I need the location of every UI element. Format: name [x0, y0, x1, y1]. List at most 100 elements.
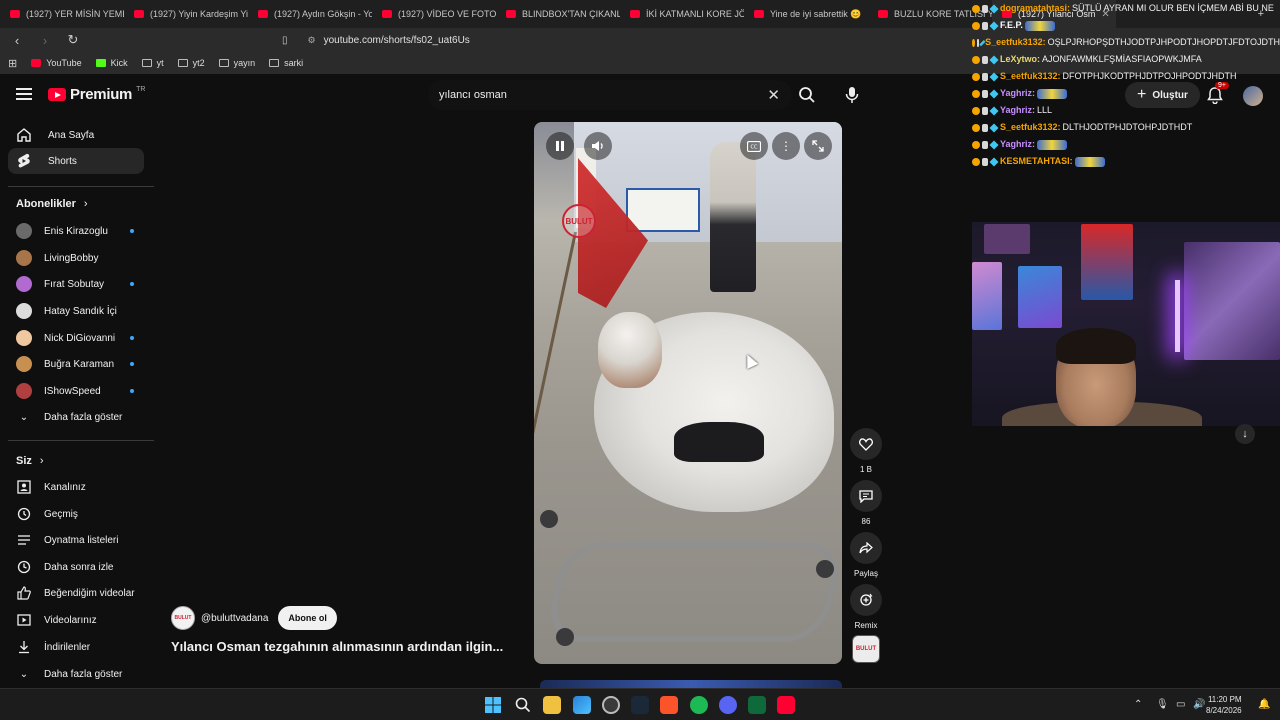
browser-tab[interactable]: BLINDBOX'TAN ÇIKANLA — [496, 0, 620, 28]
captions-button[interactable]: CC — [740, 132, 768, 160]
video-frame-detail — [534, 231, 577, 546]
chat-username[interactable]: Yaghriz: — [1000, 85, 1035, 102]
chat-username[interactable]: dogramatahtasi: — [1000, 0, 1070, 17]
browser-tab[interactable]: (1927) YER MİSİN YEMEZ — [0, 0, 124, 28]
sidebar-item-your-channel[interactable]: Kanalınız — [8, 474, 144, 500]
sidebar-item-home[interactable]: Ana Sayfa — [8, 122, 144, 148]
chat-username[interactable]: S_eetfuk3132: — [1000, 68, 1061, 85]
browser-tab[interactable]: (1927) VİDEO VE FOTOĞ — [372, 0, 496, 28]
chat-username[interactable]: Yaghriz: — [1000, 102, 1035, 119]
short-video-player[interactable]: BULUT CC ⋮ — [534, 122, 842, 664]
windows-start-icon[interactable] — [484, 696, 502, 714]
search-input[interactable]: yılancı osman ✕ — [428, 80, 792, 110]
sidebar-item-subscription[interactable]: Hatay Sandık İçi — [8, 298, 144, 324]
chrome-icon[interactable] — [602, 696, 620, 714]
sidebar-item-subscription[interactable]: Nick DiGiovanni — [8, 325, 144, 351]
sidebar-item-watch-later[interactable]: Daha sonra izle — [8, 554, 144, 580]
bookmark-item[interactable]: yayın — [218, 58, 255, 68]
steam-icon[interactable] — [631, 696, 649, 714]
search-button[interactable] — [792, 80, 822, 110]
bookmark-item[interactable]: sarki — [269, 58, 303, 68]
fullscreen-button[interactable] — [804, 132, 832, 160]
apps-grid-icon[interactable]: ⊞ — [8, 57, 17, 70]
brave-icon[interactable] — [660, 696, 678, 714]
search-icon[interactable] — [514, 696, 532, 714]
remix-action[interactable]: Remix — [850, 584, 882, 630]
bookmark-item[interactable]: yt2 — [177, 58, 205, 68]
share-button[interactable] — [850, 532, 882, 564]
forward-icon[interactable]: › — [36, 33, 54, 48]
remix-button[interactable] — [850, 584, 882, 616]
comments-action[interactable]: 86 — [850, 480, 882, 526]
history-icon — [16, 506, 32, 522]
reload-icon[interactable]: ↻ — [64, 32, 82, 48]
chat-username[interactable]: LeXytwo: — [1000, 51, 1040, 68]
bookmark-item[interactable]: yt — [141, 58, 164, 68]
menu-icon[interactable] — [16, 88, 32, 100]
url-field[interactable]: ▯ ⚙ youtube.com/shorts/fs02_uat6Us — [282, 35, 470, 46]
app-icon[interactable] — [748, 696, 766, 714]
share-action[interactable]: Paylaş — [850, 532, 882, 578]
volume-button[interactable] — [584, 132, 612, 160]
sound-thumbnail[interactable]: BULUT — [852, 635, 880, 663]
sidebar-item-downloads[interactable]: İndirilenler — [8, 634, 144, 660]
voice-search-button[interactable] — [837, 80, 867, 110]
chat-username[interactable]: S_eetfuk3132: — [1000, 119, 1061, 136]
sidebar-item-subscription[interactable]: Buğra Karaman — [8, 351, 144, 377]
avatar — [16, 303, 32, 319]
sidebar-item-subscription[interactable]: Enis Kirazoglu — [8, 218, 144, 244]
channel-avatar[interactable]: BULUT — [171, 606, 195, 630]
notification-center-icon[interactable]: 🔔 — [1258, 699, 1270, 710]
like-action[interactable]: 1 B — [850, 428, 882, 474]
badge-icon — [972, 140, 980, 149]
browser-tab[interactable]: (1927) Yiyin Kardeşim Yiy — [124, 0, 248, 28]
microphone-icon[interactable]: 🎙 — [1156, 699, 1169, 710]
sidebar-show-more-subs[interactable]: ⌄ Daha fazla göster — [8, 404, 144, 430]
chat-username[interactable]: S_eetfuk3132: — [985, 34, 1046, 51]
subscriptions-heading[interactable]: Abonelikler › — [16, 198, 88, 210]
sidebar-item-liked-videos[interactable]: Beğendiğim videolar — [8, 580, 144, 606]
network-icon[interactable]: ▭ — [1176, 699, 1185, 710]
chat-username[interactable]: KESMETAHTASI: — [1000, 153, 1073, 170]
bookmark-item[interactable]: Kick — [95, 58, 128, 68]
subscribe-button[interactable]: Abone ol — [278, 606, 337, 630]
comments-button[interactable] — [850, 480, 882, 512]
divider — [8, 440, 154, 441]
sidebar-item-subscription[interactable]: Fırat Sobutay — [8, 271, 144, 297]
back-icon[interactable]: ‹ — [8, 33, 26, 48]
scroll-down-button[interactable]: ↓ — [1235, 424, 1255, 444]
like-button[interactable] — [850, 428, 882, 460]
more-options-button[interactable]: ⋮ — [772, 132, 800, 160]
sidebar-item-subscription[interactable]: LivingBobby — [8, 245, 144, 271]
youtube-icon[interactable] — [777, 696, 795, 714]
clear-search-icon[interactable]: ✕ — [767, 86, 780, 104]
volume-icon[interactable]: 🔊 — [1193, 699, 1205, 710]
file-explorer-icon[interactable] — [543, 696, 561, 714]
taskbar-clock[interactable]: 11:20 PM 8/24/2026 — [1206, 694, 1242, 716]
browser-tab[interactable]: İKİ KATMANLI KORE JÖLE — [620, 0, 744, 28]
you-heading[interactable]: Siz › — [16, 455, 44, 467]
photos-icon[interactable] — [573, 696, 591, 714]
sidebar-item-history[interactable]: Geçmiş — [8, 501, 144, 527]
channel-handle[interactable]: @buluttvadana — [201, 613, 268, 624]
sidebar-item-your-videos[interactable]: Videolarınız — [8, 607, 144, 633]
short-title[interactable]: Yılancı Osman tezgahının alınmasının ard… — [171, 639, 503, 654]
sidebar-show-more-you[interactable]: ⌄ Daha fazla göster — [8, 661, 144, 687]
chevron-up-icon[interactable]: ⌃ — [1134, 699, 1142, 710]
sidebar-item-playlists[interactable]: Oynatma listeleri — [8, 527, 144, 553]
bookmark-item[interactable]: YouTube — [31, 58, 82, 68]
sidebar-item-shorts[interactable]: Shorts — [8, 148, 144, 174]
browser-tab[interactable]: (1927) Aydın Gökşin - You — [248, 0, 372, 28]
discord-icon[interactable] — [719, 696, 737, 714]
pause-button[interactable] — [546, 132, 574, 160]
site-info-icon[interactable]: ⚙ — [308, 35, 316, 46]
sidebar-item-subscription[interactable]: IShowSpeed — [8, 378, 144, 404]
chat-username[interactable]: Yaghriz: — [1000, 136, 1035, 153]
streamer-hair — [1056, 328, 1136, 364]
spotify-icon[interactable] — [690, 696, 708, 714]
sidebar-item-label: Videolarınız — [44, 614, 97, 626]
youtube-premium-logo[interactable]: Premium TR — [48, 86, 145, 103]
badge-icon — [972, 55, 980, 64]
bookmark-icon[interactable]: ▯ — [282, 35, 288, 46]
browser-tab[interactable]: Yine de iyi sabrettik 😊 — [744, 0, 868, 28]
